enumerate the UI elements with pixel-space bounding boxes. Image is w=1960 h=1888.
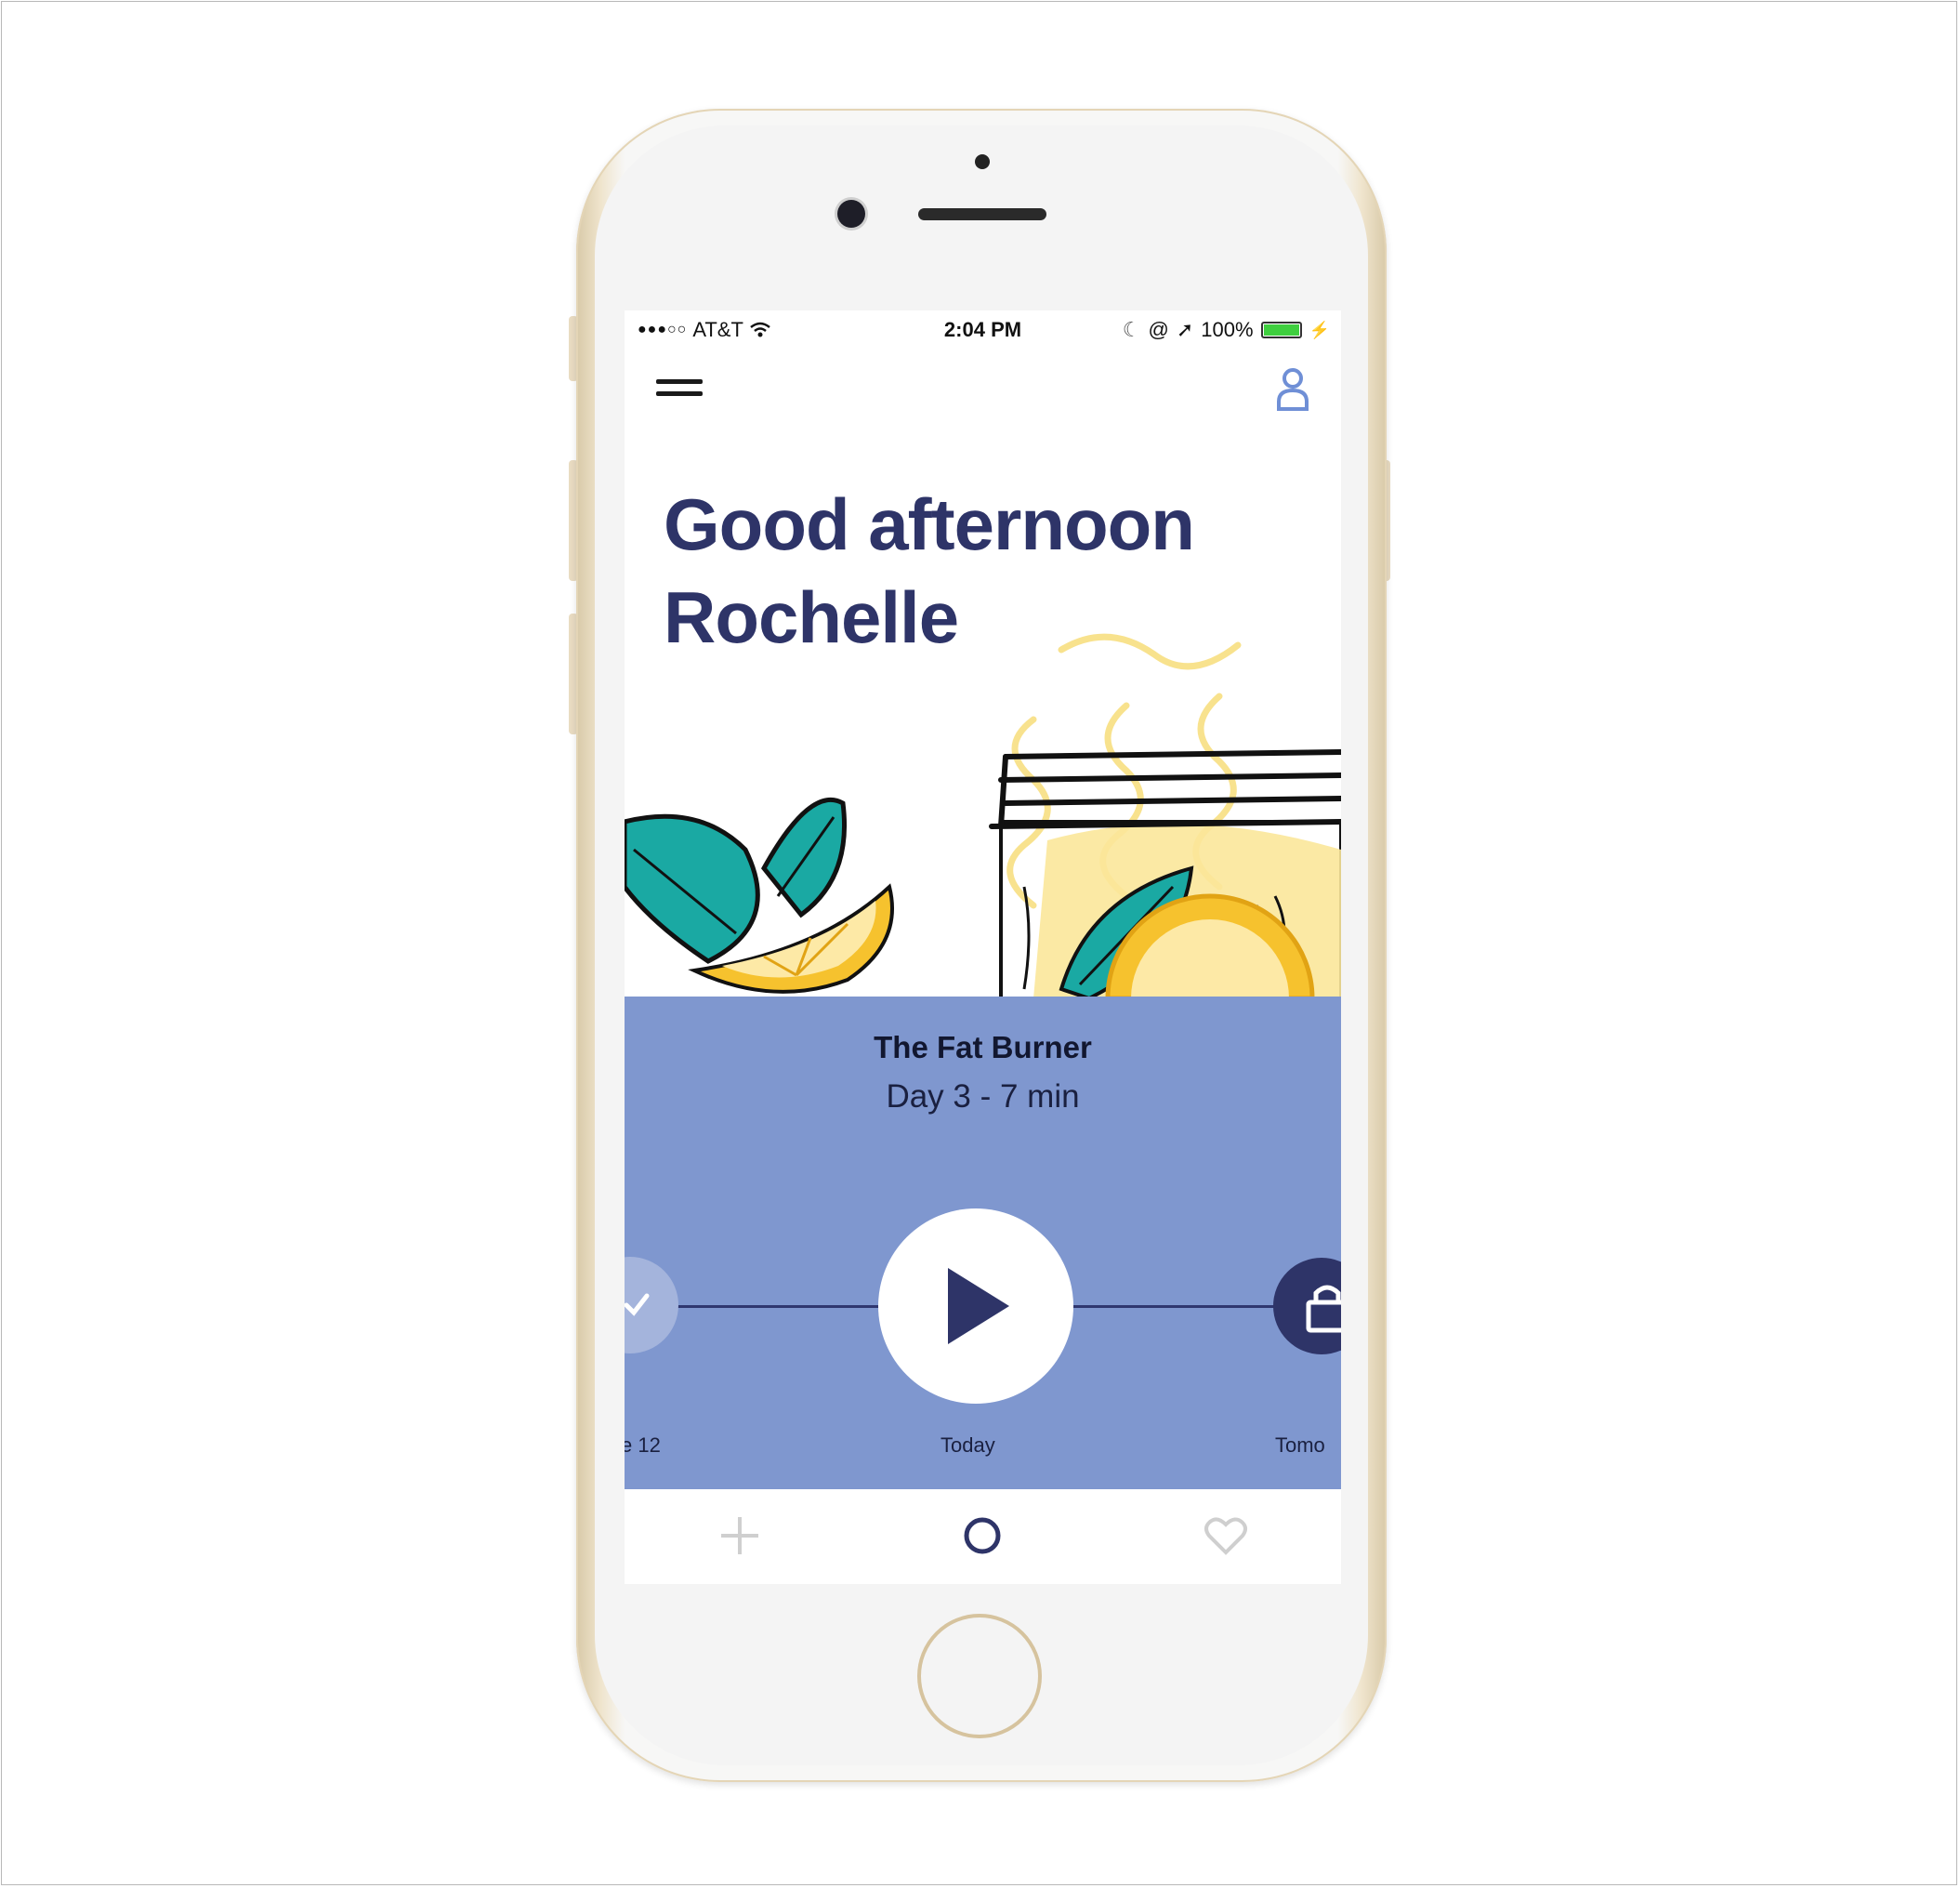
- play-icon: [948, 1268, 1009, 1344]
- plus-icon: [721, 1517, 758, 1554]
- moon-icon: ☾: [1122, 318, 1141, 341]
- proximity-sensor: [975, 154, 990, 169]
- heart-icon: [1204, 1517, 1247, 1555]
- tab-home[interactable]: [954, 1508, 1010, 1564]
- app-screen: ●●●○○ AT&T 2:04 PM ☾ @ ➚ 100% ⚡ Good aft…: [625, 310, 1341, 1584]
- top-bar: [625, 351, 1341, 426]
- location-arrow-icon: ➚: [1176, 318, 1194, 341]
- greeting-heading: Good afternoon Rochelle: [664, 478, 1314, 664]
- checkmark-icon: [625, 1293, 650, 1316]
- previous-day-label: e 12: [625, 1433, 661, 1457]
- today-label: Today: [941, 1433, 995, 1457]
- next-day-label: Tomo: [1275, 1433, 1325, 1457]
- program-title: The Fat Burner: [874, 1030, 1092, 1064]
- front-camera: [837, 200, 865, 228]
- greeting-line: Good afternoon: [664, 483, 1195, 565]
- battery-percent: 100%: [1201, 318, 1254, 341]
- program-panel: The Fat Burner Day 3 - 7 min e 12 Today …: [625, 997, 1341, 1489]
- charging-icon: ⚡: [1309, 320, 1330, 339]
- program-subtitle: Day 3 - 7 min: [886, 1078, 1080, 1115]
- rotation-lock-icon: @: [1148, 318, 1169, 341]
- person-icon[interactable]: [1274, 366, 1311, 413]
- tab-favorites[interactable]: [1198, 1508, 1254, 1564]
- home-button[interactable]: [917, 1614, 1042, 1738]
- tab-add[interactable]: [712, 1508, 768, 1564]
- circle-icon: [964, 1517, 1001, 1554]
- previous-day-node[interactable]: [625, 1257, 678, 1353]
- status-bar: ●●●○○ AT&T 2:04 PM ☾ @ ➚ 100% ⚡: [625, 310, 1341, 351]
- lemon-tea-illustration: [625, 633, 1341, 998]
- lock-icon: [1306, 1285, 1341, 1333]
- tab-bar: [625, 1489, 1341, 1584]
- user-name: Rochelle: [664, 576, 959, 658]
- hamburger-icon[interactable]: [656, 379, 703, 405]
- status-right: ☾ @ ➚ 100% ⚡: [1123, 318, 1330, 342]
- next-day-node[interactable]: [1273, 1258, 1341, 1354]
- battery-icon: [1260, 322, 1302, 338]
- play-button[interactable]: [878, 1208, 1073, 1404]
- earpiece-speaker: [918, 208, 1046, 220]
